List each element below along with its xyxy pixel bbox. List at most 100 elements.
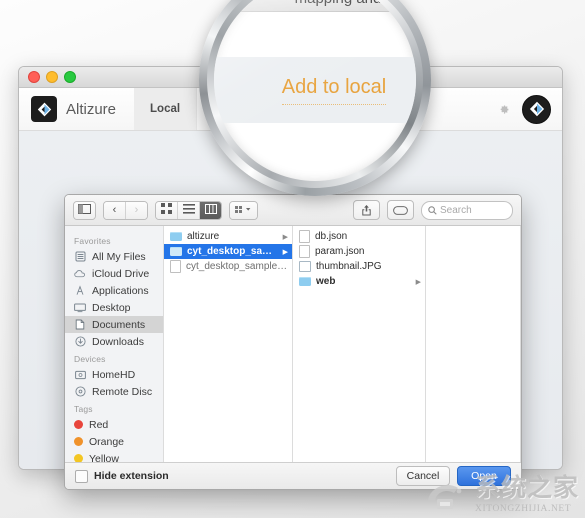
sidebar-item-tag-orange[interactable]: Orange — [65, 433, 163, 450]
sidebar-item-homehd[interactable]: HomeHD — [65, 366, 163, 383]
sidebar-label: Red — [89, 418, 109, 431]
sidebar-label: Remote Disc — [92, 385, 153, 398]
view-mode-group — [155, 200, 222, 220]
hide-extension-checkbox[interactable]: Hide extension — [75, 469, 169, 483]
watermark-cn-text: 系统之家 — [474, 474, 579, 502]
desktop-icon — [74, 302, 86, 314]
sidebar-item-tag-red[interactable]: Red — [65, 416, 163, 433]
all-my-files-icon — [74, 251, 86, 263]
altizure-logo-icon — [31, 96, 57, 122]
file-name: db.json — [315, 231, 348, 242]
arrange-group — [229, 200, 258, 220]
sidebar-item-all-my-files[interactable]: All My Files — [65, 248, 163, 265]
search-input[interactable]: Search — [421, 200, 513, 220]
folder-icon — [170, 232, 182, 241]
share-icon[interactable] — [353, 200, 380, 220]
icon-view-button[interactable] — [156, 201, 178, 219]
app-tabs: Local Remote — [134, 88, 271, 130]
file-row-web[interactable]: web ▶ — [293, 274, 425, 289]
tab-local[interactable]: Local — [134, 88, 198, 130]
forward-button[interactable]: › — [126, 201, 147, 219]
watermark: 系统之家 XITONGZHIJIA.NET — [424, 468, 579, 514]
app-toolbar-right — [497, 94, 562, 124]
downloads-icon — [74, 336, 86, 348]
checkbox-box-icon — [75, 469, 88, 483]
sidebar-item-downloads[interactable]: Downloads — [65, 333, 163, 350]
tag-icon[interactable] — [387, 200, 414, 220]
finder-column-3[interactable] — [426, 226, 521, 462]
sidebar-label: Downloads — [92, 335, 144, 348]
watermark-en-text: XITONGZHIJIA.NET — [474, 504, 572, 514]
column-view-button[interactable] — [200, 201, 221, 219]
screen: Altiz Altizure Local Remote Add to local… — [0, 0, 585, 518]
tag-yellow-dot-icon — [74, 454, 83, 462]
search-placeholder: Search — [440, 204, 472, 216]
sidebar-item-documents[interactable]: Documents — [65, 316, 163, 333]
magnified-top-text-row: mapping and — [214, 0, 416, 12]
file-name: web — [316, 276, 336, 287]
forward-chevron-icon: › — [134, 204, 139, 216]
search-icon — [428, 205, 437, 215]
brand-label: Altizure — [66, 100, 117, 118]
finder-open-panel: ‹ › Search Favorites All My Files iCloud… — [64, 194, 522, 490]
tab-remote[interactable]: Remote — [197, 88, 271, 130]
finder-column-1: altizure ▶ cyt_desktop_sample ▶ cyt_desk… — [164, 226, 293, 462]
file-name: thumbnail.JPG — [316, 261, 382, 272]
account-avatar[interactable] — [522, 94, 551, 124]
sidebar-label: Orange — [89, 435, 125, 448]
window-title: Altiz — [279, 71, 302, 83]
finder-toolbar-right: Search — [353, 200, 513, 220]
sidebar-item-desktop[interactable]: Desktop — [65, 299, 163, 316]
watermark-logo-icon — [427, 485, 462, 509]
sidebar-item-tag-yellow[interactable]: Yellow — [65, 450, 163, 462]
file-row-cyt-desktop-sample[interactable]: cyt_desktop_sample ▶ — [164, 244, 292, 259]
file-name: altizure — [187, 231, 220, 242]
brand: Altizure — [19, 96, 116, 122]
gear-icon[interactable] — [497, 103, 510, 116]
disclosure-arrow-icon: ▶ — [282, 248, 288, 256]
sidebar-label: All My Files — [92, 250, 146, 263]
sidebar-label: Yellow — [89, 452, 119, 463]
arrange-icon[interactable] — [230, 201, 257, 219]
sidebar-toggle-icon[interactable] — [74, 201, 95, 219]
icloud-icon — [74, 268, 86, 280]
finder-column-2: db.json param.json thumbnail.JPG web ▶ — [293, 226, 426, 462]
back-chevron-icon: ‹ — [112, 204, 117, 216]
folder-icon — [170, 247, 182, 256]
sidebar-label: Desktop — [92, 301, 131, 314]
file-row-thumbnail-jpg[interactable]: thumbnail.JPG — [293, 259, 425, 274]
tag-orange-dot-icon — [74, 437, 83, 446]
disc-icon — [74, 386, 86, 398]
sidebar-item-icloud-drive[interactable]: iCloud Drive — [65, 265, 163, 282]
finder-columns: altizure ▶ cyt_desktop_sample ▶ cyt_desk… — [164, 226, 521, 462]
file-name: cyt_desktop_sample — [187, 246, 278, 257]
folder-icon — [299, 277, 311, 286]
image-file-icon — [299, 261, 311, 272]
app-toolbar: Altizure Local Remote Add to local — [19, 88, 562, 131]
sidebar-label: Documents — [92, 318, 146, 331]
list-view-button[interactable] — [178, 201, 200, 219]
file-row-altizure[interactable]: altizure ▶ — [164, 229, 292, 244]
file-name: cyt_desktop_sample.zip — [186, 261, 288, 272]
document-icon — [299, 230, 310, 243]
sidebar-item-remote-disc[interactable]: Remote Disc — [65, 383, 163, 400]
finder-toolbar: ‹ › Search — [65, 195, 521, 226]
nav-group: ‹ › — [103, 200, 148, 220]
sidebar-label: iCloud Drive — [92, 267, 150, 280]
sidebar-item-applications[interactable]: Applications — [65, 282, 163, 299]
back-button[interactable]: ‹ — [104, 201, 126, 219]
sidebar-toggle-group — [73, 200, 96, 220]
documents-icon — [74, 319, 86, 331]
disclosure-arrow-icon: ▶ — [282, 233, 288, 241]
file-row-param-json[interactable]: param.json — [293, 244, 425, 259]
harddisk-icon — [74, 369, 86, 381]
document-icon — [170, 260, 181, 273]
applications-icon — [74, 285, 86, 297]
window-titlebar: Altiz — [19, 67, 562, 88]
file-row-db-json[interactable]: db.json — [293, 229, 425, 244]
sidebar-label: HomeHD — [92, 368, 136, 381]
file-row-cyt-desktop-sample-zip[interactable]: cyt_desktop_sample.zip — [164, 259, 292, 274]
document-icon — [299, 245, 310, 258]
hide-extension-label: Hide extension — [94, 470, 169, 482]
sidebar-group-devices: Devices — [74, 354, 106, 364]
